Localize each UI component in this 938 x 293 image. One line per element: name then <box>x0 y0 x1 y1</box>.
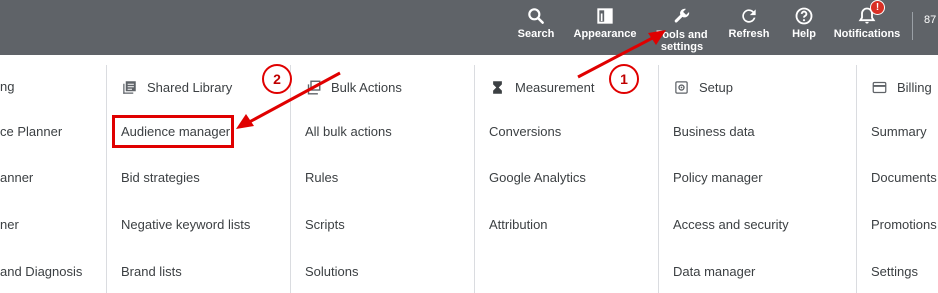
business-data-link[interactable]: Business data <box>673 124 755 139</box>
appearance-button[interactable]: Appearance <box>572 0 638 55</box>
step-marker-2: 2 <box>262 64 292 94</box>
solutions-link[interactable]: Solutions <box>305 264 358 279</box>
tools-and-settings-label: Tools and settings <box>656 29 708 53</box>
summary-link[interactable]: Summary <box>871 124 927 139</box>
help-button[interactable]: Help <box>786 0 822 55</box>
help-label: Help <box>792 28 816 40</box>
attribution-link[interactable]: Attribution <box>489 217 548 232</box>
settings-icon <box>673 79 689 95</box>
column-heading: ng <box>0 79 14 94</box>
column-billing: Billing Summary Documents Promotions Set… <box>856 65 938 293</box>
appearance-icon <box>594 5 616 27</box>
column-setup: Setup Business data Policy manager Acces… <box>658 65 856 293</box>
column-measurement: Measurement Conversions Google Analytics… <box>474 65 658 293</box>
menu-link[interactable]: ner <box>0 217 19 232</box>
card-icon <box>871 79 887 95</box>
column-heading-label: Setup <box>699 79 733 95</box>
search-icon <box>525 5 547 27</box>
access-and-security-link[interactable]: Access and security <box>673 217 789 232</box>
column-shared-library: Shared Library Audience manager Bid stra… <box>106 65 290 293</box>
appearance-label: Appearance <box>573 28 637 40</box>
refresh-button[interactable]: Refresh <box>726 0 772 55</box>
all-bulk-actions-link[interactable]: All bulk actions <box>305 124 392 139</box>
negative-keyword-lists-link[interactable]: Negative keyword lists <box>121 217 250 232</box>
notifications-label: Notifications <box>833 28 901 40</box>
step-marker-1: 1 <box>609 64 639 94</box>
copy-icon <box>305 79 321 95</box>
menu-link[interactable]: anner <box>0 170 33 185</box>
brand-lists-link[interactable]: Brand lists <box>121 264 182 279</box>
hourglass-icon <box>489 79 505 95</box>
billing-settings-link[interactable]: Settings <box>871 264 918 279</box>
column-heading-label: ng <box>0 79 15 94</box>
column-heading-label: Measurement <box>515 79 595 95</box>
notifications-button[interactable]: Notifications <box>832 0 902 55</box>
column-heading: Setup <box>673 79 733 95</box>
library-icon <box>121 79 137 95</box>
refresh-icon <box>738 5 760 27</box>
rules-link[interactable]: Rules <box>305 170 338 185</box>
refresh-label: Refresh <box>728 28 770 40</box>
policy-manager-link[interactable]: Policy manager <box>673 170 763 185</box>
bid-strategies-link[interactable]: Bid strategies <box>121 170 200 185</box>
menu-link[interactable]: ce Planner <box>0 124 62 139</box>
wrench-icon <box>671 5 693 27</box>
tools-and-settings-button[interactable]: Tools and settings <box>652 0 712 55</box>
scripts-link[interactable]: Scripts <box>305 217 345 232</box>
toolbar-divider <box>912 12 913 40</box>
column-heading-label: Shared Library <box>147 79 233 95</box>
account-id[interactable]: 87 <box>924 14 936 26</box>
conversions-link[interactable]: Conversions <box>489 124 561 139</box>
help-icon <box>793 5 815 27</box>
search-button[interactable]: Search <box>512 0 560 55</box>
column-heading: Measurement <box>489 79 594 95</box>
notification-badge: ! <box>870 0 885 15</box>
promotions-link[interactable]: Promotions <box>871 217 937 232</box>
column-heading: Bulk Actions <box>305 79 402 95</box>
menu-link[interactable]: and Diagnosis <box>0 264 82 279</box>
column-heading-label: Billing <box>897 79 932 95</box>
column-planning: ng ce Planner anner ner and Diagnosis <box>0 65 106 293</box>
top-toolbar: Search Appearance Tools and settings Ref… <box>0 0 938 55</box>
documents-link[interactable]: Documents <box>871 170 937 185</box>
column-heading: Shared Library <box>121 79 232 95</box>
column-bulk-actions: Bulk Actions All bulk actions Rules Scri… <box>290 65 474 293</box>
data-manager-link[interactable]: Data manager <box>673 264 755 279</box>
google-analytics-link[interactable]: Google Analytics <box>489 170 586 185</box>
column-heading-label: Bulk Actions <box>331 79 402 95</box>
search-label: Search <box>517 28 555 40</box>
highlight-box <box>112 115 234 148</box>
column-heading: Billing <box>871 79 932 95</box>
